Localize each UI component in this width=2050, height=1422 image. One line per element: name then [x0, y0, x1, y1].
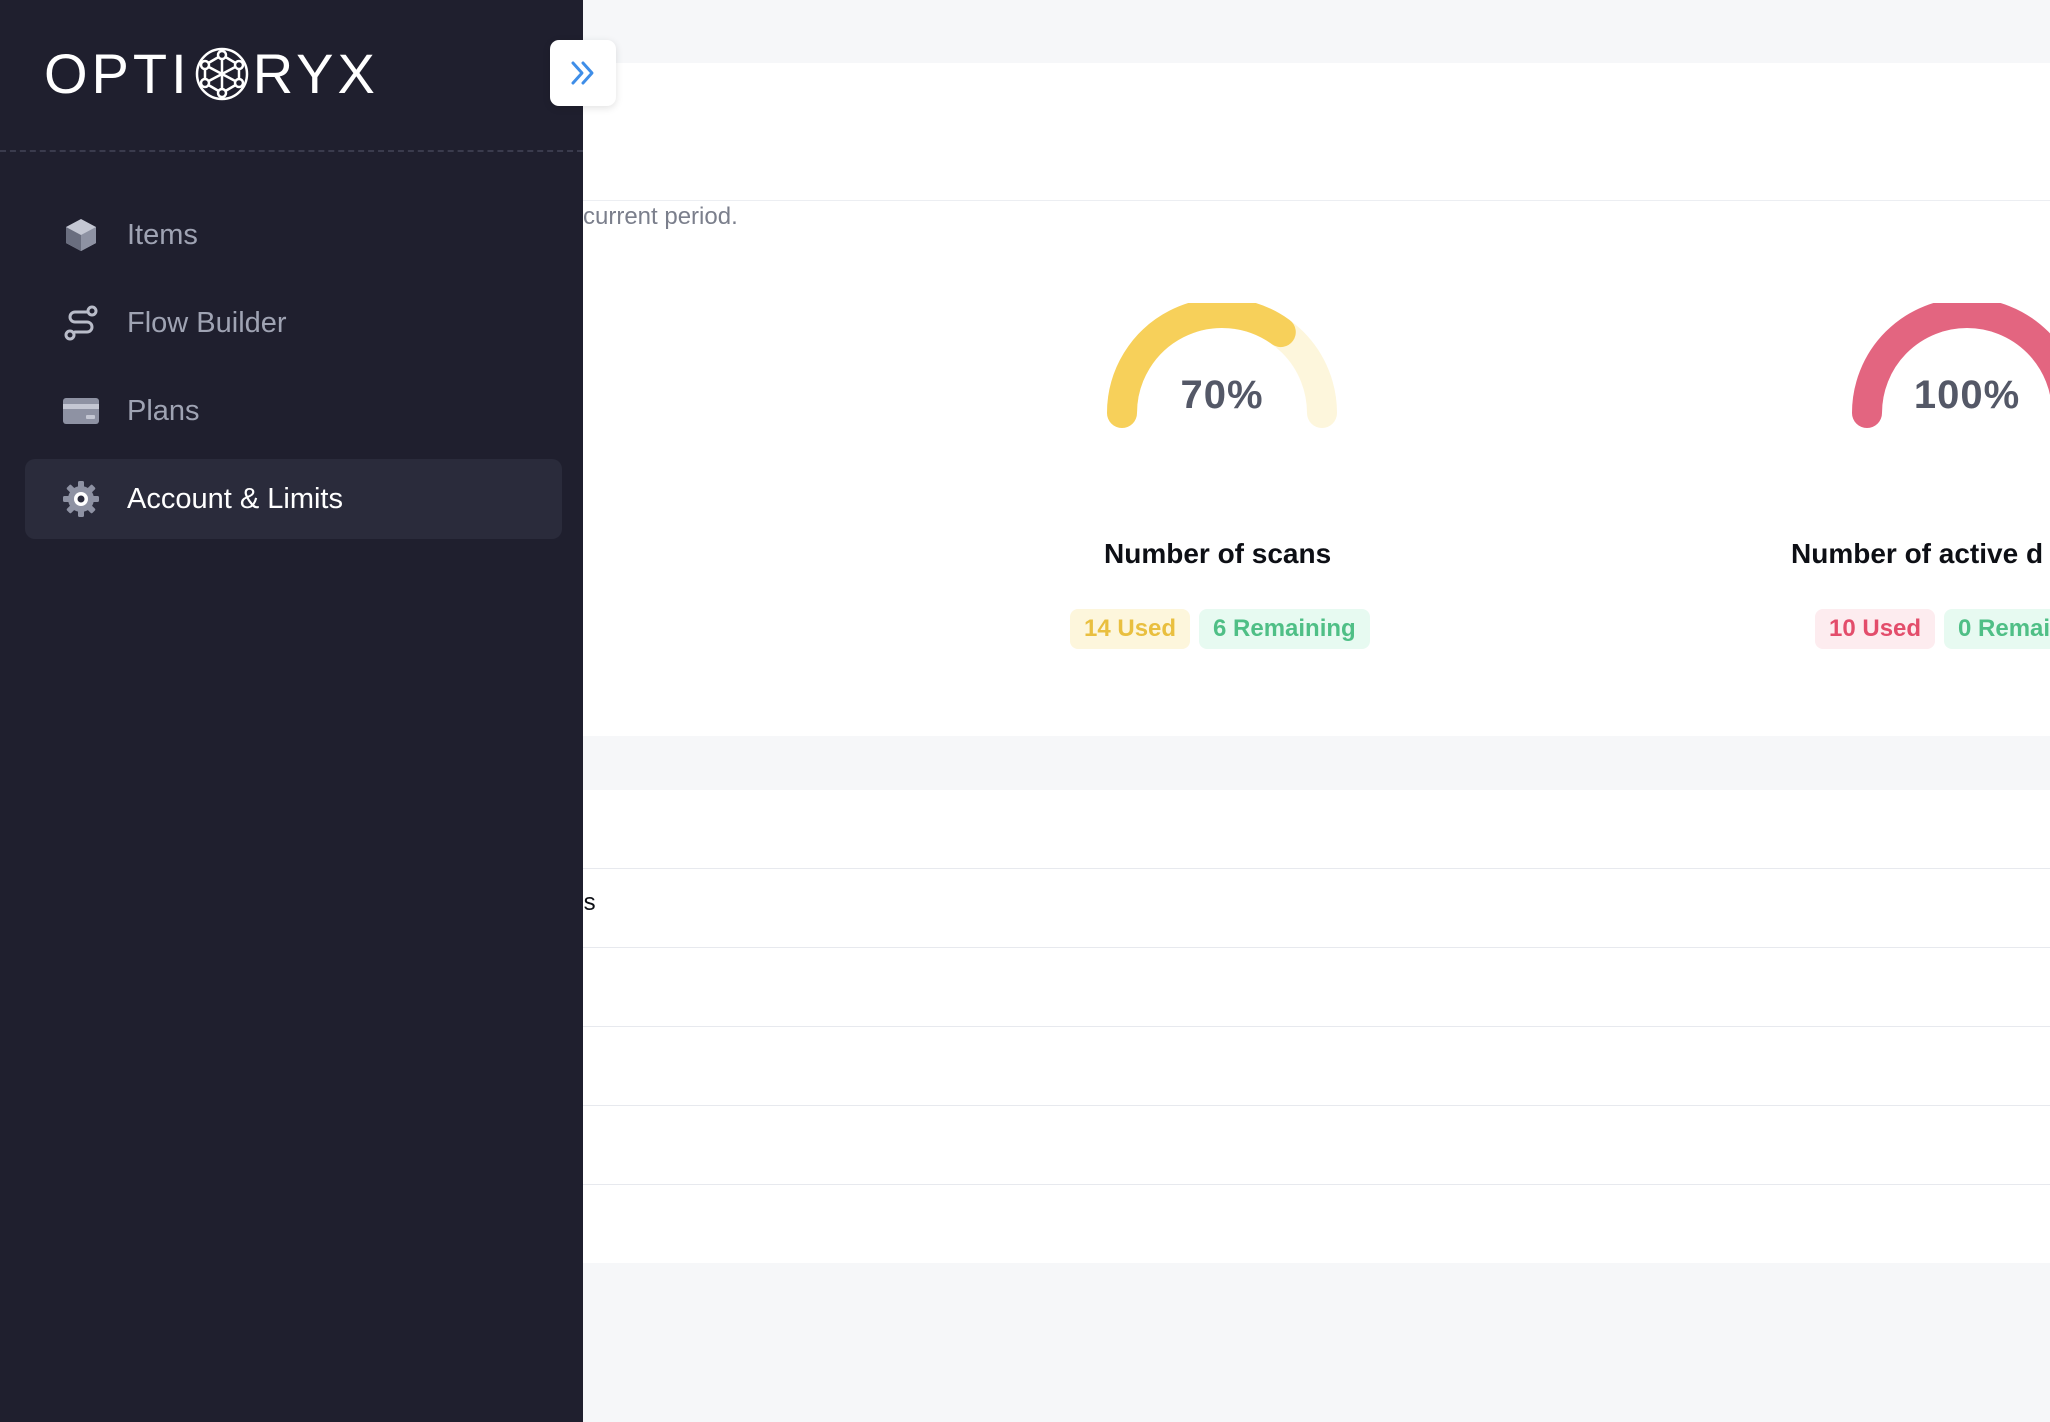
collapse-sidebar-button[interactable] — [550, 40, 616, 106]
brand-logo[interactable]: OPTI RYX — [44, 44, 379, 104]
scans-title: Number of scans — [1104, 538, 1332, 569]
scans-percent: 70% — [1180, 373, 1264, 417]
sidebar-item-label: Flow Builder — [127, 306, 287, 339]
active-devices-remaining-badge: 0 Remai — [1944, 609, 2050, 649]
brand-name-right: RYX — [252, 42, 379, 105]
scans-remaining-badge: 6 Remaining — [1199, 609, 1370, 649]
scans-gauge: 70% — [1102, 303, 1342, 433]
sidebar-item-label: Plans — [127, 394, 200, 427]
usage-subtitle: current period. — [583, 203, 738, 230]
network-logo-icon — [195, 47, 248, 101]
active-devices-percent: 100% — [1913, 373, 2021, 417]
active-devices-used-badge: 10 Used — [1815, 609, 1936, 649]
scans-used-badge: 14 Used — [1070, 609, 1191, 649]
sidebar-item-plans[interactable]: Plans — [25, 371, 562, 451]
sidebar: OPTI RYX Items Flow Builder Plans Accoun… — [0, 0, 583, 1422]
sidebar-item-flow-builder[interactable]: Flow Builder — [25, 283, 562, 363]
sidebar-item-label: Items — [127, 218, 198, 251]
sidebar-item-label: Account & Limits — [127, 482, 343, 515]
sidebar-divider — [0, 150, 583, 152]
sidebar-item-items[interactable]: Items — [25, 195, 562, 275]
sidebar-nav: Items Flow Builder Plans Account & Limit… — [25, 195, 562, 547]
route-icon — [61, 303, 101, 343]
cube-icon — [61, 215, 101, 255]
sidebar-item-account-limits[interactable]: Account & Limits — [25, 459, 562, 539]
gear-icon — [61, 479, 101, 519]
brand-name-left: OPTI — [44, 42, 191, 105]
chevrons-right-icon — [571, 61, 594, 85]
active-devices-title: Number of active d — [1791, 538, 2044, 569]
active-devices-gauge: 100% — [1847, 303, 2050, 433]
credit-card-icon — [61, 391, 101, 431]
